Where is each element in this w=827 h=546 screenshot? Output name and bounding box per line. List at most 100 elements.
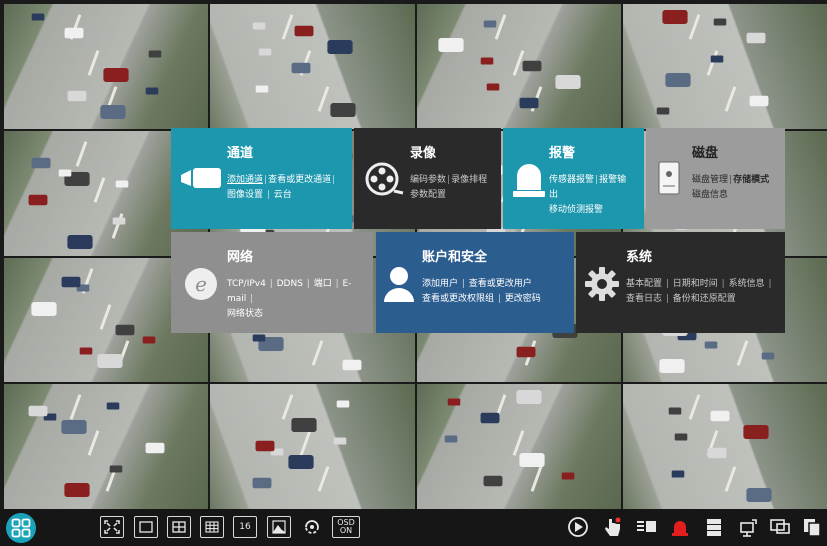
vehicle — [258, 48, 272, 56]
link-port[interactable]: 端口 — [314, 279, 332, 289]
link-edit-user[interactable]: 查看或更改用户 — [469, 279, 532, 289]
vehicle — [561, 472, 574, 480]
vehicle — [64, 27, 84, 39]
vehicle — [659, 358, 685, 373]
start-menu-button[interactable] — [6, 513, 36, 543]
camera-feed[interactable] — [4, 384, 209, 509]
vehicle — [103, 68, 129, 82]
vehicle — [61, 276, 81, 287]
alarm-button[interactable] — [668, 516, 692, 538]
link-backup-restore[interactable]: 备份和还原配置 — [673, 294, 736, 304]
link-sensor-alarm[interactable]: 传感器报警 — [549, 175, 594, 185]
vehicle — [115, 180, 129, 188]
link-disk-manage[interactable]: 磁盘管理 — [692, 175, 728, 185]
camera-feed[interactable] — [210, 384, 415, 509]
osd-toggle-button[interactable]: OSD ON — [332, 516, 360, 538]
vehicle — [97, 353, 123, 368]
link-record-schedule[interactable]: 录像排程 — [451, 175, 487, 185]
menu-tile-record[interactable]: 录像 编码参数|录像排程 参数配置 — [354, 128, 501, 229]
link-add-user[interactable]: 添加用户 — [422, 279, 458, 289]
vehicle — [662, 10, 688, 24]
camera-feed[interactable] — [416, 4, 621, 129]
menu-tile-disk[interactable]: 磁盘 磁盘管理|存储模式 磁盘信息 — [646, 128, 785, 229]
monitor-button[interactable] — [768, 516, 792, 538]
svg-text:e: e — [195, 272, 207, 296]
menu-tile-network[interactable]: e 网络 TCP/IPv4 | DDNS | 端口 | E-mail | 网络状… — [171, 232, 373, 333]
record-list-button[interactable] — [634, 516, 658, 538]
link-view-log[interactable]: 查看日志 — [626, 294, 662, 304]
link-encode-params[interactable]: 编码参数 — [410, 175, 446, 185]
tile-title: 系统 — [626, 250, 653, 265]
link-basic-config[interactable]: 基本配置 — [626, 279, 662, 289]
camera-feed-image — [210, 384, 415, 509]
camera-feed[interactable] — [416, 384, 621, 509]
link-storage-mode[interactable]: 存储模式 — [733, 175, 769, 185]
vehicle — [327, 40, 353, 54]
vehicle — [515, 390, 542, 405]
layout-9-button[interactable] — [200, 516, 224, 538]
tile-title: 通道 — [227, 146, 254, 161]
vehicle — [444, 435, 457, 443]
disk-status-button[interactable] — [702, 516, 726, 538]
menu-tile-alarm[interactable]: 报警 传感器报警|报警输出 移动侦测报警 — [503, 128, 644, 229]
link-date-time[interactable]: 日期和时间 — [673, 279, 718, 289]
rotate-button[interactable] — [300, 516, 324, 538]
link-system-info[interactable]: 系统信息 — [729, 279, 765, 289]
link-add-channel[interactable]: 添加通道 — [227, 175, 263, 185]
layout-16-button[interactable]: 16 — [233, 516, 257, 538]
gear-icon — [582, 264, 620, 302]
layout-1-button[interactable] — [134, 516, 158, 538]
menu-tile-system[interactable]: 系统 基本配置 | 日期和时间 | 系统信息 | 查看日志 | 备份和还原配置 — [576, 232, 785, 333]
camera-feed[interactable] — [622, 4, 827, 129]
layout-4-button[interactable] — [167, 516, 191, 538]
link-disk-info[interactable]: 磁盘信息 — [692, 190, 728, 200]
link-record-config[interactable]: 参数配置 — [410, 190, 446, 200]
link-network-status[interactable]: 网络状态 — [227, 309, 263, 319]
alarm-light-icon — [509, 160, 547, 198]
vehicle — [761, 352, 775, 359]
vehicle — [710, 411, 730, 422]
vehicle — [148, 50, 162, 58]
vehicle — [437, 38, 464, 52]
network-globe-icon: e — [181, 264, 219, 302]
link-tcpipv4[interactable]: TCP/IPv4 — [227, 279, 266, 289]
manual-record-button[interactable] — [600, 516, 624, 538]
vehicle — [109, 465, 123, 473]
rotate-icon — [305, 520, 319, 534]
vehicle — [31, 301, 57, 316]
link-image-settings[interactable]: 图像设置 — [227, 190, 263, 200]
vehicle — [291, 62, 311, 74]
vehicle — [480, 413, 499, 424]
network-status-button[interactable] — [736, 516, 760, 538]
camera-feed[interactable] — [4, 4, 209, 129]
vehicle — [483, 20, 496, 28]
playback-button[interactable] — [566, 516, 590, 538]
link-motion-alarm[interactable]: 移动侦测报警 — [549, 205, 603, 215]
link-edit-channel[interactable]: 查看或更改通道 — [268, 175, 331, 185]
vehicle — [252, 478, 272, 489]
camera-feed[interactable] — [622, 384, 827, 509]
manual-record-icon — [605, 517, 621, 536]
copy-button[interactable] — [800, 516, 824, 538]
menu-tile-account[interactable]: 账户和安全 添加用户 | 查看或更改用户 查看或更改权限组 | 更改密码 — [376, 232, 574, 333]
link-ddns[interactable]: DDNS — [277, 279, 303, 289]
camera-feed[interactable] — [210, 4, 415, 129]
link-change-password[interactable]: 更改密码 — [505, 294, 541, 304]
vehicle — [554, 75, 581, 89]
menu-tile-channel[interactable]: 通道 添加通道|查看或更改通道| 图像设置 | 云台 — [171, 128, 352, 229]
copy-icon — [804, 519, 821, 537]
disk-icon — [654, 158, 692, 196]
link-permission-group[interactable]: 查看或更改权限组 — [422, 294, 494, 304]
vehicle — [674, 433, 688, 441]
link-ptz[interactable]: 云台 — [274, 190, 292, 200]
fullscreen-button[interactable] — [100, 516, 124, 538]
vehicle — [58, 169, 72, 177]
vehicle — [145, 443, 165, 454]
vehicle — [483, 476, 502, 487]
vehicle — [67, 90, 87, 102]
vehicle — [746, 32, 766, 44]
image-button[interactable] — [267, 516, 291, 538]
vehicle — [115, 324, 135, 335]
vehicle — [668, 407, 682, 415]
vehicle — [112, 217, 126, 225]
